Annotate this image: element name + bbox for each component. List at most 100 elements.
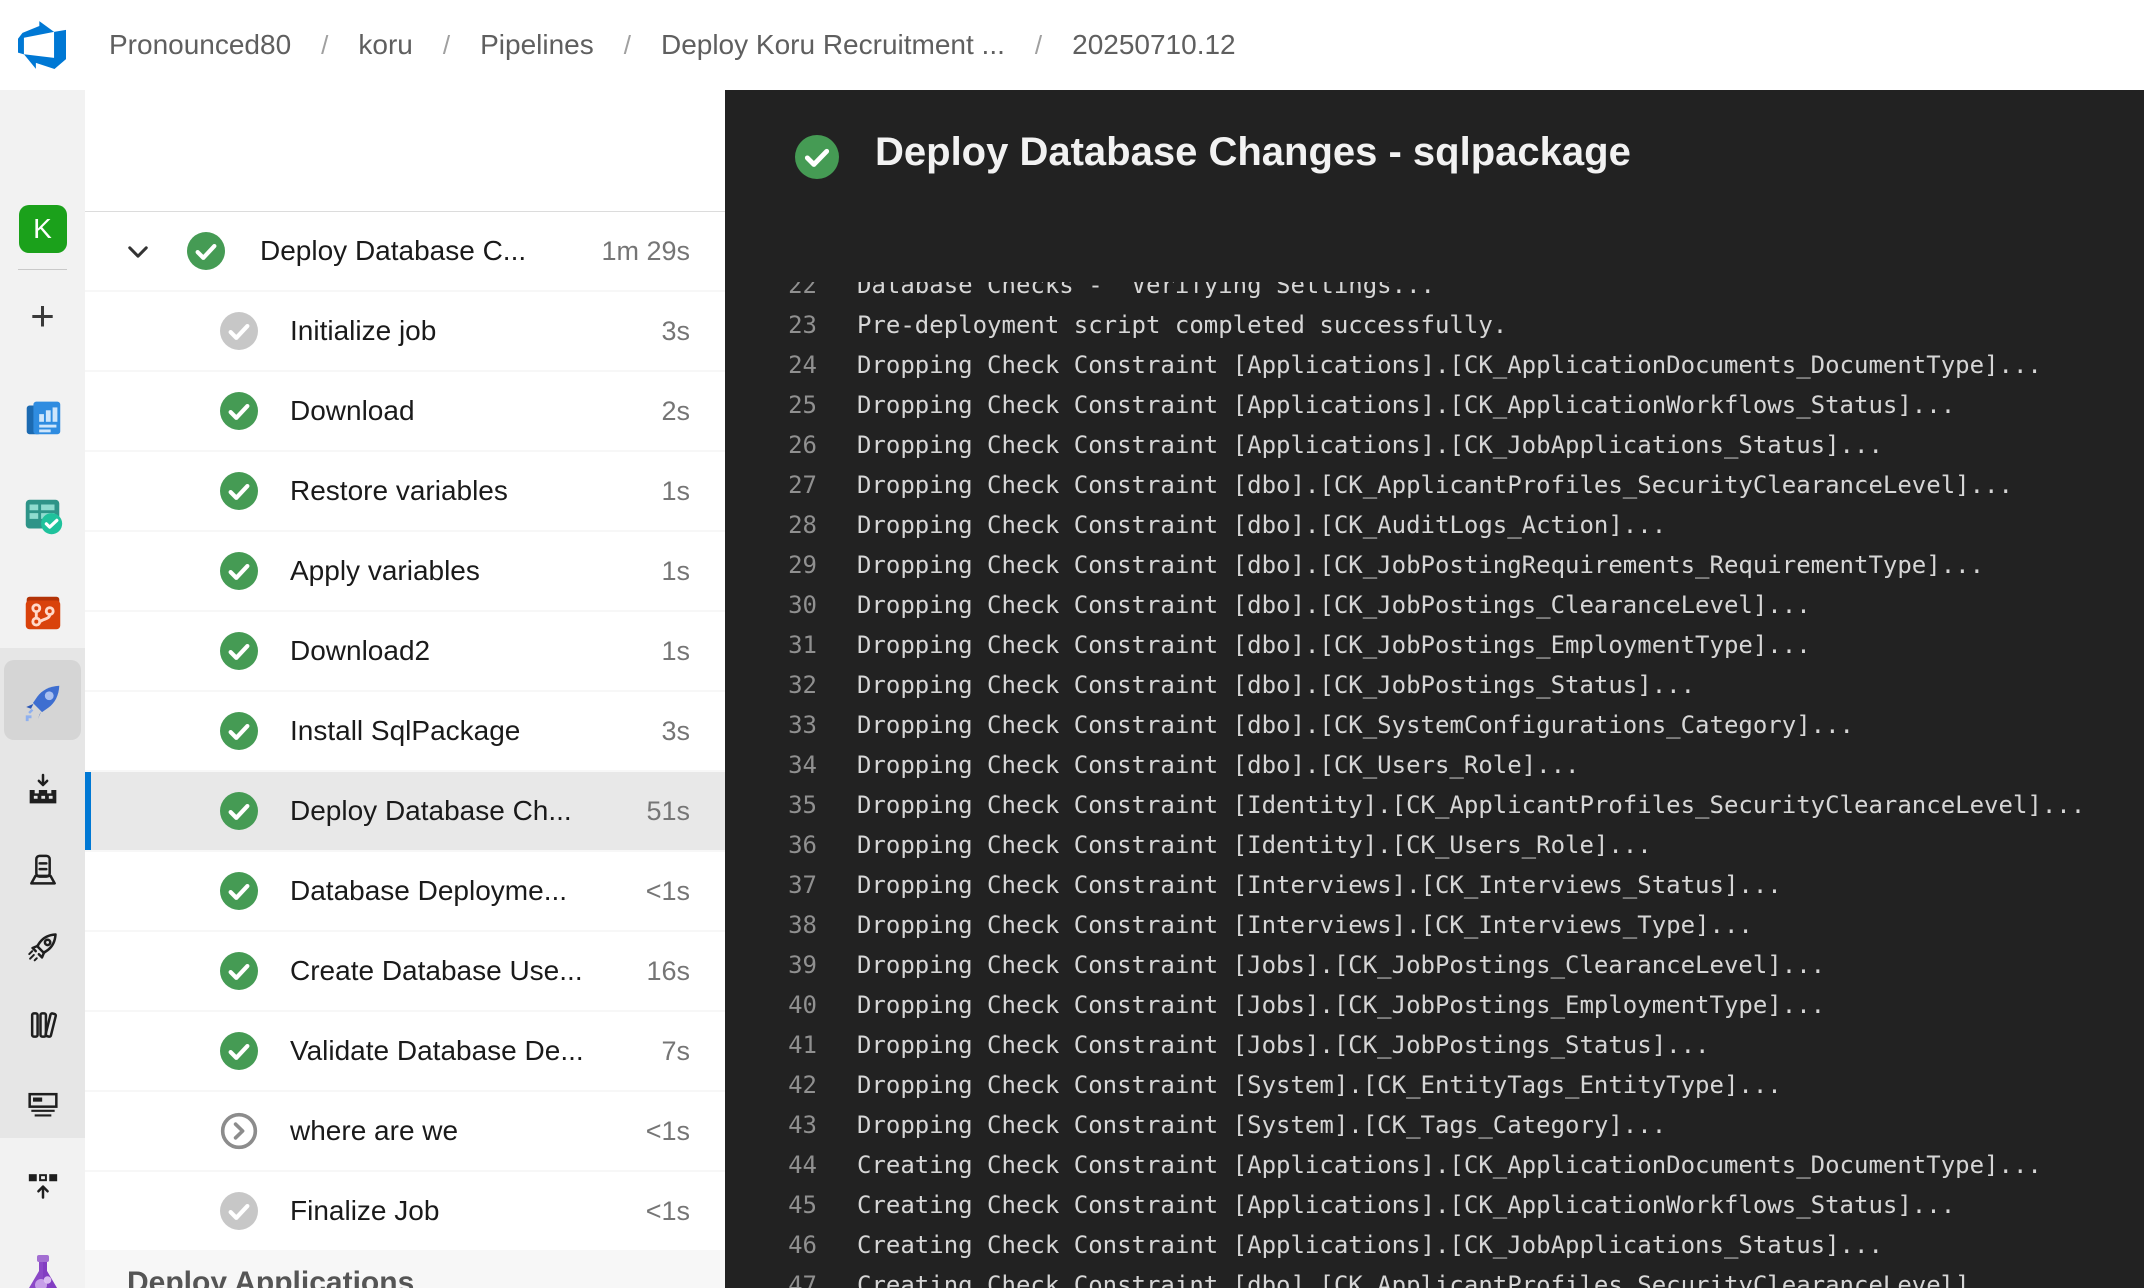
job-step-label: where are we: [290, 1115, 458, 1147]
job-step-duration: <1s: [646, 1196, 690, 1227]
log-line: 40Dropping Check Constraint [Jobs].[CK_J…: [725, 985, 2144, 1025]
azure-devops-logo-icon[interactable]: [18, 21, 66, 69]
breadcrumb-separator: /: [624, 30, 631, 61]
log-line-number[interactable]: 45: [725, 1185, 817, 1225]
job-step-row[interactable]: Initialize job3s: [85, 292, 725, 370]
log-line-number[interactable]: 25: [725, 385, 817, 425]
job-step-row[interactable]: Restore variables1s: [85, 452, 725, 530]
log-line: 26Dropping Check Constraint [Application…: [725, 425, 2144, 465]
job-step-label: Deploy Database C...: [260, 235, 526, 267]
job-step-row[interactable]: Create Database Use...16s: [85, 932, 725, 1010]
test-plans-icon[interactable]: [0, 1252, 85, 1288]
repos-icon[interactable]: [0, 590, 85, 636]
log-line-number[interactable]: 40: [725, 985, 817, 1025]
log-line-number[interactable]: 37: [725, 865, 817, 905]
log-line-number[interactable]: 44: [725, 1145, 817, 1185]
log-line-text: Dropping Check Constraint [dbo].[CK_Appl…: [817, 465, 2013, 505]
log-line-number[interactable]: 42: [725, 1065, 817, 1105]
job-step-duration: 1m 29s: [601, 236, 690, 267]
job-step-row[interactable]: Apply variables1s: [85, 532, 725, 610]
log-line: 24Dropping Check Constraint [Application…: [725, 345, 2144, 385]
success-status-icon: [795, 135, 839, 179]
job-step-row[interactable]: Download2 1s: [85, 612, 725, 690]
job-step-row[interactable]: where are we<1s: [85, 1092, 725, 1170]
log-line: 33Dropping Check Constraint [dbo].[CK_Sy…: [725, 705, 2144, 745]
job-step-label: Deploy Database Ch...: [290, 795, 572, 827]
log-line-number[interactable]: 28: [725, 505, 817, 545]
log-line-text: Dropping Check Constraint [dbo].[CK_JobP…: [817, 545, 1984, 585]
log-line-number[interactable]: 39: [725, 945, 817, 985]
log-line-number[interactable]: 36: [725, 825, 817, 865]
breadcrumb-item[interactable]: koru: [358, 29, 412, 61]
log-line-number[interactable]: 33: [725, 705, 817, 745]
log-line-text: Creating Check Constraint [Applications]…: [817, 1185, 1955, 1225]
log-line-number[interactable]: 46: [725, 1225, 817, 1265]
log-line-number[interactable]: 24: [725, 345, 817, 385]
log-line: 29Dropping Check Constraint [dbo].[CK_Jo…: [725, 545, 2144, 585]
log-line: 30Dropping Check Constraint [dbo].[CK_Jo…: [725, 585, 2144, 625]
add-icon[interactable]: +: [0, 293, 85, 339]
library-icon[interactable]: [0, 1005, 85, 1045]
environments-icon[interactable]: [0, 770, 85, 810]
breadcrumb-item[interactable]: Pipelines: [480, 29, 594, 61]
log-line-text: Dropping Check Constraint [System].[CK_E…: [817, 1065, 1782, 1105]
releases-icon[interactable]: [0, 850, 85, 890]
job-step-row[interactable]: Finalize Job<1s: [85, 1172, 725, 1250]
log-line-number[interactable]: 27: [725, 465, 817, 505]
skipped-status-icon: [220, 1112, 258, 1150]
log-line-number[interactable]: 22: [725, 282, 817, 305]
next-job-group-label[interactable]: Deploy Applications: [85, 1266, 725, 1288]
log-line: 39Dropping Check Constraint [Jobs].[CK_J…: [725, 945, 2144, 985]
job-step-label: Download: [290, 395, 415, 427]
boards-icon[interactable]: [0, 493, 85, 539]
breadcrumb-item[interactable]: Deploy Koru Recruitment ...: [661, 29, 1005, 61]
job-step-duration: 1s: [661, 636, 690, 667]
log-line-number[interactable]: 30: [725, 585, 817, 625]
job-group-row[interactable]: Deploy Database C... 1m 29s: [85, 212, 725, 290]
project-avatar[interactable]: K: [0, 205, 85, 253]
log-lines: 22Database Checks - Verifying Settings..…: [725, 282, 2144, 1288]
log-line: 37Dropping Check Constraint [Interviews]…: [725, 865, 2144, 905]
rocket-icon[interactable]: [0, 927, 85, 967]
jobs-list[interactable]: Deploy Database C... 1m 29s Initialize job…: [85, 212, 725, 1288]
job-step-label: Database Deployme...: [290, 875, 567, 907]
log-line-number[interactable]: 29: [725, 545, 817, 585]
job-step-label: Download2: [290, 635, 430, 667]
log-line-text: Database Checks - Verifying Settings...: [817, 282, 1435, 305]
breadcrumb-item[interactable]: Pronounced80: [109, 29, 291, 61]
log-line: 28Dropping Check Constraint [dbo].[CK_Au…: [725, 505, 2144, 545]
log-line-number[interactable]: 41: [725, 1025, 817, 1065]
success-status-icon: [220, 712, 258, 750]
job-step-row[interactable]: Database Deployme...<1s: [85, 852, 725, 930]
success-status-icon: [220, 1192, 258, 1230]
log-line-number[interactable]: 35: [725, 785, 817, 825]
log-viewport[interactable]: 22Database Checks - Verifying Settings..…: [725, 282, 2144, 1288]
log-line: 43Dropping Check Constraint [System].[CK…: [725, 1105, 2144, 1145]
job-step-row[interactable]: Install SqlPackage3s: [85, 692, 725, 770]
log-line-number[interactable]: 31: [725, 625, 817, 665]
job-step-row[interactable]: Deploy Database Ch...51s: [85, 772, 725, 850]
task-groups-icon[interactable]: [0, 1085, 85, 1125]
log-line-number[interactable]: 32: [725, 665, 817, 705]
log-line-number[interactable]: 23: [725, 305, 817, 345]
log-line-number[interactable]: 34: [725, 745, 817, 785]
success-status-icon: [220, 952, 258, 990]
breadcrumb-item[interactable]: 20250710.12: [1072, 29, 1236, 61]
deployment-groups-icon[interactable]: [0, 1165, 85, 1205]
log-line-number[interactable]: 47: [725, 1265, 817, 1288]
overview-icon[interactable]: [0, 394, 85, 440]
log-line: 46Creating Check Constraint [Application…: [725, 1225, 2144, 1265]
log-line-text: Dropping Check Constraint [dbo].[CK_Syst…: [817, 705, 1854, 745]
log-line-text: Dropping Check Constraint [Jobs].[CK_Job…: [817, 945, 1825, 985]
job-step-row[interactable]: Download2s: [85, 372, 725, 450]
log-line-number[interactable]: 26: [725, 425, 817, 465]
log-line: 23Pre-deployment script completed succes…: [725, 305, 2144, 345]
chevron-down-icon[interactable]: [123, 237, 153, 267]
log-line-text: Dropping Check Constraint [Interviews].[…: [817, 905, 1753, 945]
log-line-number[interactable]: 38: [725, 905, 817, 945]
success-status-icon: [220, 1032, 258, 1070]
log-line-text: Dropping Check Constraint [dbo].[CK_JobP…: [817, 625, 1811, 665]
log-line-text: Dropping Check Constraint [System].[CK_T…: [817, 1105, 1666, 1145]
log-line-number[interactable]: 43: [725, 1105, 817, 1145]
job-step-row[interactable]: Validate Database De...7s: [85, 1012, 725, 1090]
